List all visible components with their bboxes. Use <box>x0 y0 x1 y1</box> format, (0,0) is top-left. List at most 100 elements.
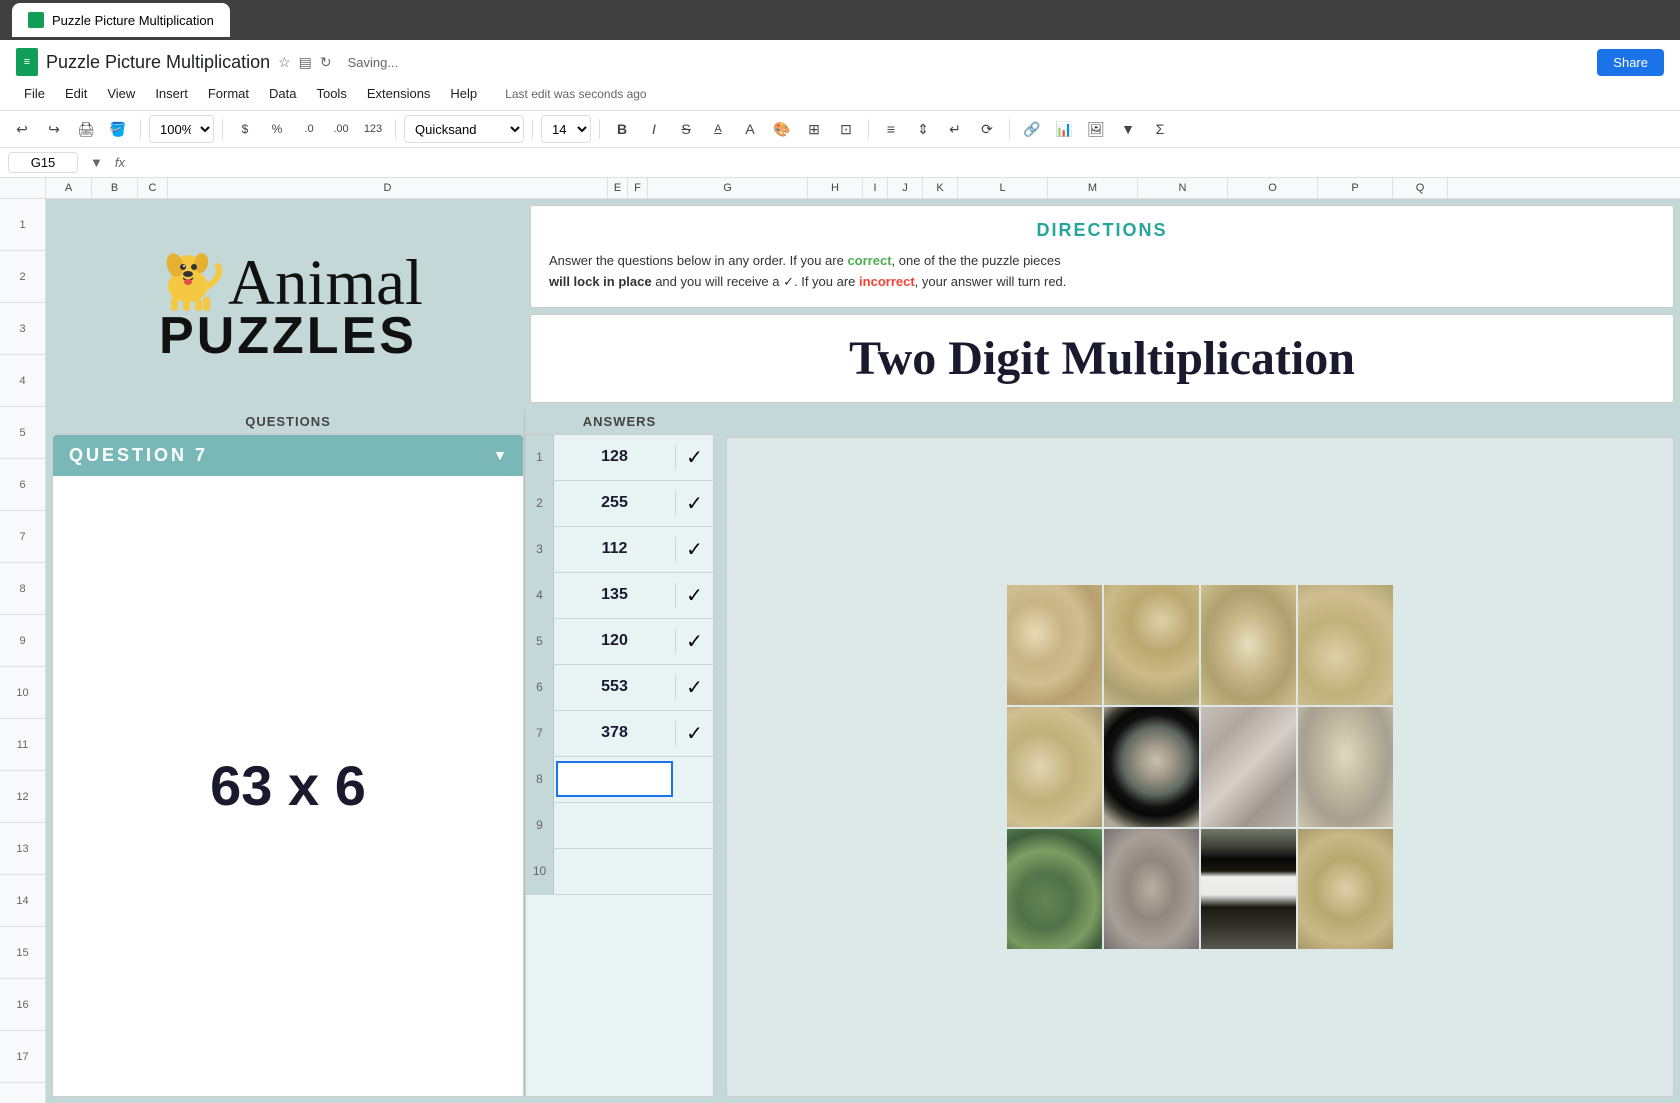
puzzle-cell-3-4 <box>1298 829 1393 949</box>
questions-section: QUESTIONS QUESTION 7 ▼ 63 x 6 <box>52 409 524 1097</box>
menu-view[interactable]: View <box>99 82 143 106</box>
col-header-p[interactable]: P <box>1318 178 1393 198</box>
menu-data[interactable]: Data <box>261 82 304 106</box>
row-14: 14 <box>0 875 45 927</box>
menu-format[interactable]: Format <box>200 82 257 106</box>
saving-status: Saving... <box>348 55 399 70</box>
decimal-increase-button[interactable]: .00 <box>327 115 355 143</box>
wrap-button[interactable]: ↵ <box>941 115 969 143</box>
logo-top: Animal <box>153 241 423 311</box>
title-icons: ☆ ▤ ↻ Saving... <box>278 54 398 71</box>
answer-check-6: ✓ <box>675 675 713 700</box>
strikethrough-button[interactable]: S <box>672 115 700 143</box>
row-5: 5 <box>0 407 45 459</box>
answer-num-5: 5 <box>526 619 554 664</box>
puzzle-grid <box>1007 585 1393 949</box>
col-header-h[interactable]: H <box>808 178 863 198</box>
row-11: 11 <box>0 719 45 771</box>
row-7: 7 <box>0 511 45 563</box>
rotate-button[interactable]: ⟳ <box>973 115 1001 143</box>
col-header-e[interactable]: E <box>608 178 628 198</box>
answer-input-8[interactable] <box>556 761 673 797</box>
bold-button[interactable]: B <box>608 115 636 143</box>
chart-button[interactable]: 📊 <box>1050 115 1078 143</box>
link-button[interactable]: 🔗 <box>1018 115 1046 143</box>
col-header-f[interactable]: F <box>628 178 648 198</box>
font-select[interactable]: Quicksand <box>404 115 524 143</box>
answer-val-7[interactable]: 378 <box>554 724 675 742</box>
col-header-d[interactable]: D <box>168 178 608 198</box>
menu-edit[interactable]: Edit <box>57 82 95 106</box>
font-size-select[interactable]: 14 <box>541 115 591 143</box>
puzzle-cell-3-1 <box>1007 829 1102 949</box>
function-button[interactable]: Σ <box>1146 115 1174 143</box>
col-header-c[interactable]: C <box>138 178 168 198</box>
answer-val-1[interactable]: 128 <box>554 448 675 466</box>
spreadsheet-body: 1 2 3 4 5 6 7 8 9 10 11 12 13 14 15 16 1… <box>0 199 1680 1103</box>
answer-num-3: 3 <box>526 527 554 572</box>
print-button[interactable]: 🖨 <box>72 115 100 143</box>
percent-button[interactable]: % <box>263 115 291 143</box>
answer-val-3[interactable]: 112 <box>554 540 675 558</box>
menu-tools[interactable]: Tools <box>308 82 354 106</box>
col-header-b[interactable]: B <box>92 178 138 198</box>
valign-button[interactable]: ⇕ <box>909 115 937 143</box>
chrome-tab[interactable]: Puzzle Picture Multiplication <box>12 3 230 37</box>
col-header-j[interactable]: J <box>888 178 923 198</box>
answer-val-6[interactable]: 553 <box>554 678 675 696</box>
menu-insert[interactable]: Insert <box>147 82 196 106</box>
answer-row-8: 8 <box>526 757 713 803</box>
answer-val-2[interactable]: 255 <box>554 494 675 512</box>
col-header-k[interactable]: K <box>923 178 958 198</box>
menu-file[interactable]: File <box>16 82 53 106</box>
col-header-m[interactable]: M <box>1048 178 1138 198</box>
zoom-select[interactable]: 100% <box>149 115 214 143</box>
divider-5 <box>599 119 600 139</box>
col-header-o[interactable]: O <box>1228 178 1318 198</box>
borders-button[interactable]: ⊞ <box>800 115 828 143</box>
fill-color-button[interactable]: 🎨 <box>768 115 796 143</box>
currency-button[interactable]: $ <box>231 115 259 143</box>
text-color-button[interactable]: A <box>736 115 764 143</box>
filter-button[interactable]: ▼ <box>1114 115 1142 143</box>
row-17: 17 <box>0 1031 45 1083</box>
cloud-sync-icon: ↻ <box>320 54 332 71</box>
redo-button[interactable]: ↪ <box>40 115 68 143</box>
col-header-l[interactable]: L <box>958 178 1048 198</box>
doc-title[interactable]: Puzzle Picture Multiplication <box>46 52 270 73</box>
answer-num-8: 8 <box>526 757 554 802</box>
cell-reference-input[interactable] <box>8 152 78 173</box>
share-button[interactable]: Share <box>1597 49 1664 76</box>
halign-button[interactable]: ≡ <box>877 115 905 143</box>
col-header-q[interactable]: Q <box>1393 178 1448 198</box>
answer-row-7: 7 378 ✓ <box>526 711 713 757</box>
italic-button[interactable]: I <box>640 115 668 143</box>
answer-val-4[interactable]: 135 <box>554 586 675 604</box>
col-header-n[interactable]: N <box>1138 178 1228 198</box>
menu-help[interactable]: Help <box>442 82 485 106</box>
puzzle-title: Two Digit Multiplication <box>547 331 1657 386</box>
menu-bar: File Edit View Insert Format Data Tools … <box>0 80 1680 110</box>
decimal-decrease-button[interactable]: .0 <box>295 115 323 143</box>
question-dropdown-bar[interactable]: QUESTION 7 ▼ <box>53 435 523 476</box>
image-button[interactable]: 🖼 <box>1082 115 1110 143</box>
row-18: 18 <box>0 1083 45 1103</box>
star-icon[interactable]: ☆ <box>278 54 291 71</box>
formula-bar: ▼ fx <box>0 147 1680 177</box>
answer-row-9: 9 <box>526 803 713 849</box>
answer-row-3: 3 112 ✓ <box>526 527 713 573</box>
top-content-row: Animal PUZZLES DIRECTIONS Answer the que… <box>52 205 1674 403</box>
undo-button[interactable]: ↩ <box>8 115 36 143</box>
present-mode-icon[interactable]: ▤ <box>299 54 312 71</box>
underline-button[interactable]: A <box>704 115 732 143</box>
merge-button[interactable]: ⊡ <box>832 115 860 143</box>
col-header-i[interactable]: I <box>863 178 888 198</box>
answer-row-1: 1 128 ✓ <box>526 435 713 481</box>
col-header-a[interactable]: A <box>46 178 92 198</box>
col-header-g[interactable]: G <box>648 178 808 198</box>
directions-text: Answer the questions below in any order.… <box>549 251 1655 293</box>
format-number-button[interactable]: 123 <box>359 115 387 143</box>
format-paint-button[interactable]: 🪣 <box>104 115 132 143</box>
menu-extensions[interactable]: Extensions <box>359 82 439 106</box>
answer-val-5[interactable]: 120 <box>554 632 675 650</box>
